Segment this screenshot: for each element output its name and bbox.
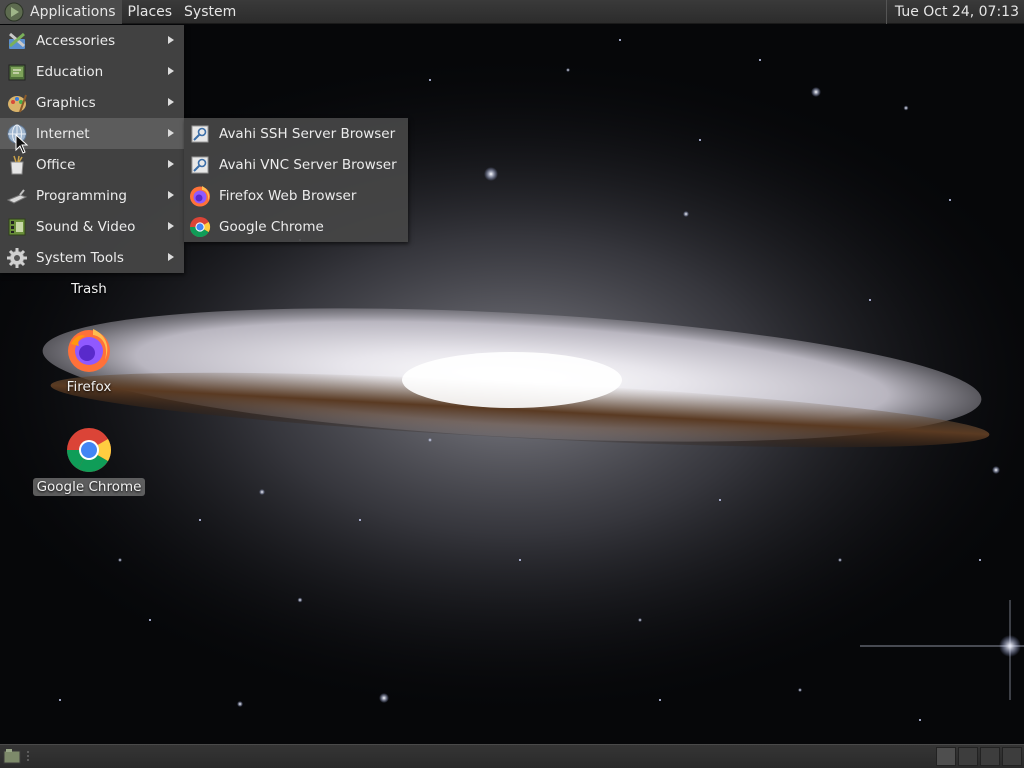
- applications-logo-icon: [4, 2, 24, 21]
- menu-item-label: Internet: [36, 125, 90, 142]
- submenu-arrow-icon: [168, 36, 174, 44]
- desktop-icon-google-chrome[interactable]: Google Chrome: [29, 426, 149, 496]
- menu-item-avahi-ssh-browser[interactable]: Avahi SSH Server Browser: [184, 118, 408, 149]
- graphics-icon: [8, 94, 27, 112]
- applications-menu-label: Applications: [30, 3, 116, 20]
- menu-item-education[interactable]: Education: [0, 56, 184, 87]
- office-icon: [10, 155, 24, 174]
- programming-icon: [6, 188, 28, 204]
- accessories-icon: [9, 32, 25, 49]
- menu-item-label: Avahi VNC Server Browser: [219, 156, 397, 173]
- sound-video-icon: [8, 218, 26, 235]
- menu-item-graphics[interactable]: Graphics: [0, 87, 184, 118]
- menu-item-label: System Tools: [36, 249, 124, 266]
- submenu-arrow-icon: [168, 253, 174, 261]
- workspace-switcher-3[interactable]: [980, 747, 1000, 766]
- show-desktop-icon[interactable]: [3, 748, 21, 764]
- system-tools-gear-icon: [7, 247, 27, 268]
- mouse-pointer-icon: [15, 134, 29, 154]
- submenu-arrow-icon: [168, 129, 174, 137]
- workspace-switcher-2[interactable]: [958, 747, 978, 766]
- clock[interactable]: Tue Oct 24, 07:13: [885, 0, 1024, 24]
- menu-item-sound-video[interactable]: Sound & Video: [0, 211, 184, 242]
- places-menu-button[interactable]: Places: [122, 0, 179, 24]
- menu-item-label: Sound & Video: [36, 218, 136, 235]
- workspace-switcher-4[interactable]: [1002, 747, 1022, 766]
- internet-submenu: Avahi SSH Server Browser Avahi VNC Serve…: [184, 118, 408, 242]
- panel-drag-handle[interactable]: [26, 750, 32, 763]
- desktop-icon-trash[interactable]: Trash: [29, 276, 149, 298]
- bottom-panel: [0, 744, 1024, 768]
- chrome-icon: [67, 428, 111, 472]
- menu-item-firefox-web-browser[interactable]: Firefox Web Browser: [184, 180, 408, 211]
- menu-item-accessories[interactable]: Accessories: [0, 25, 184, 56]
- top-panel: Applications Places System Tue Oct 24, 0…: [0, 0, 1024, 24]
- menu-item-label: Firefox Web Browser: [219, 187, 357, 204]
- applications-menu-button[interactable]: Applications: [0, 0, 122, 24]
- submenu-arrow-icon: [168, 98, 174, 106]
- menu-item-label: Education: [36, 63, 104, 80]
- menu-item-google-chrome[interactable]: Google Chrome: [184, 211, 408, 242]
- menu-item-label: Programming: [36, 187, 127, 204]
- submenu-arrow-icon: [168, 191, 174, 199]
- workspace-switcher-1[interactable]: [936, 747, 956, 766]
- education-icon: [8, 64, 26, 80]
- menu-item-label: Avahi SSH Server Browser: [219, 125, 396, 142]
- chrome-icon: [189, 216, 211, 237]
- menu-item-label: Accessories: [36, 32, 116, 49]
- menu-item-avahi-vnc-browser[interactable]: Avahi VNC Server Browser: [184, 149, 408, 180]
- menu-item-label: Graphics: [36, 94, 96, 111]
- menu-item-system-tools[interactable]: System Tools: [0, 242, 184, 273]
- firefox-icon: [68, 329, 110, 372]
- menu-item-programming[interactable]: Programming: [0, 180, 184, 211]
- desktop-icon-label: Firefox: [66, 379, 112, 395]
- desktop-icon-label: Google Chrome: [32, 478, 146, 496]
- system-menu-button[interactable]: System: [178, 0, 242, 24]
- submenu-arrow-icon: [168, 160, 174, 168]
- avahi-ssh-icon: [191, 125, 209, 142]
- submenu-arrow-icon: [168, 67, 174, 75]
- desktop-icon-label: Trash: [71, 281, 107, 297]
- firefox-icon: [190, 185, 210, 206]
- avahi-vnc-icon: [191, 156, 209, 173]
- submenu-arrow-icon: [168, 222, 174, 230]
- menu-item-label: Office: [36, 156, 76, 173]
- desktop-icon-firefox[interactable]: Firefox: [29, 326, 149, 396]
- menu-item-label: Google Chrome: [219, 218, 324, 235]
